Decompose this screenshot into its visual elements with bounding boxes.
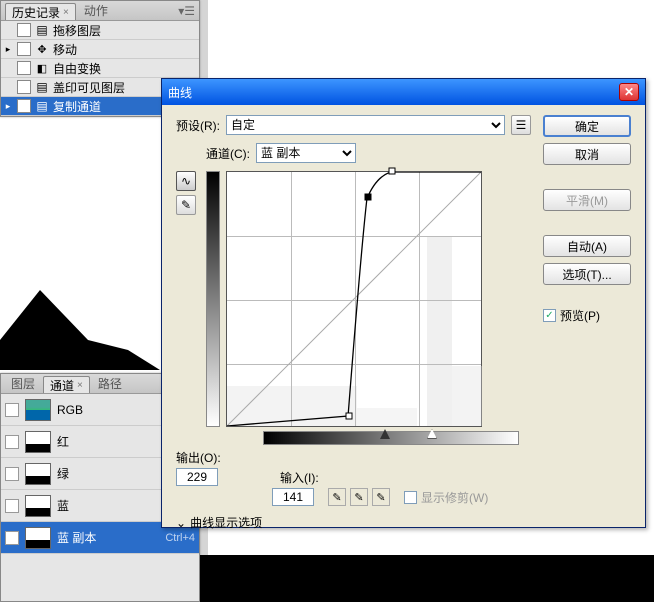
eyedropper-black-icon[interactable]: ✎ [328,488,346,506]
history-panel-tabs: 历史记录× 动作 ▾☰ [1,1,199,21]
auto-button[interactable]: 自动(A) [543,235,631,257]
history-item[interactable]: ▸移动 [1,40,199,59]
preview-checkbox[interactable]: ✓预览(P) [543,307,631,324]
input-gradient [263,431,519,445]
tab-channels[interactable]: 通道× [43,376,90,393]
transform-icon [35,61,49,75]
channel-thumb [25,399,51,421]
curve-display-options[interactable]: ⌄ 曲线显示选项 [176,514,531,531]
eyedropper-white-icon[interactable]: ✎ [372,488,390,506]
panel-menu-icon[interactable]: ▾☰ [178,4,195,18]
output-field[interactable] [176,468,218,486]
eyedropper-gray-icon[interactable]: ✎ [350,488,368,506]
curve-point[interactable] [346,413,353,420]
pencil-tool-icon[interactable]: ✎ [176,195,196,215]
ok-button[interactable]: 确定 [543,115,631,137]
tab-paths[interactable]: 路径 [92,375,128,392]
visibility-toggle[interactable] [5,531,19,545]
history-item[interactable]: 自由变换 [1,59,199,78]
channel-icon [35,99,49,113]
preset-select[interactable]: 自定 [226,115,505,135]
show-clipping-checkbox[interactable]: 显示修剪(W) [404,489,488,506]
visibility-toggle[interactable] [5,499,19,513]
preset-label: 预设(R): [176,117,220,134]
layers-icon [35,23,49,37]
input-label: 输入(I): [280,469,319,486]
tab-actions[interactable]: 动作 [78,2,114,19]
channel-thumb [25,463,51,485]
curve-point[interactable] [389,168,396,175]
smooth-button: 平滑(M) [543,189,631,211]
visibility-toggle[interactable] [5,467,19,481]
channel-label: 通道(C): [206,145,250,162]
channel-thumb [25,495,51,517]
output-label: 输出(O): [176,449,221,466]
curve-path [227,172,481,426]
history-item[interactable]: 拖移图层 [1,21,199,40]
channel-select[interactable]: 蓝 副本 [256,143,356,163]
curve-tool-icon[interactable]: ∿ [176,171,196,191]
curves-dialog: 曲线 ✕ 预设(R): 自定 ☰ 通道(C): 蓝 副本 ∿ ✎ [161,78,646,528]
curve-point-selected[interactable] [365,194,372,201]
cancel-button[interactable]: 取消 [543,143,631,165]
output-gradient [206,171,220,427]
visibility-toggle[interactable] [5,435,19,449]
channel-thumb [25,527,51,549]
dialog-title: 曲线 [168,84,192,101]
dialog-titlebar[interactable]: 曲线 ✕ [162,79,645,105]
preset-menu-icon[interactable]: ☰ [511,115,531,135]
options-button[interactable]: 选项(T)... [543,263,631,285]
visibility-toggle[interactable] [5,403,19,417]
input-field[interactable] [272,488,314,506]
tab-history[interactable]: 历史记录× [5,3,76,20]
curve-graph[interactable] [226,171,482,427]
stamp-icon [35,80,49,94]
tab-layers[interactable]: 图层 [5,375,41,392]
move-icon [35,42,49,56]
close-icon[interactable]: ✕ [619,83,639,101]
chevron-icon: ⌄ [176,516,186,530]
channel-thumb [25,431,51,453]
